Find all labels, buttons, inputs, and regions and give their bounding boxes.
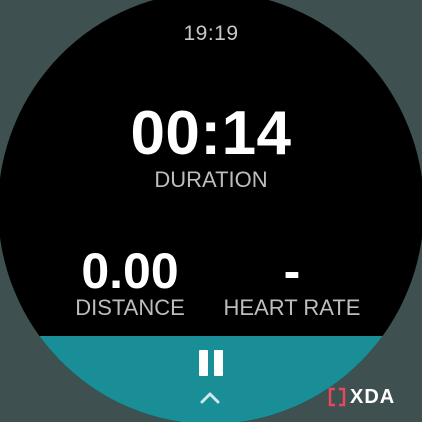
pause-button[interactable] <box>193 348 229 382</box>
duration-label: DURATION <box>154 167 268 192</box>
distance-value: 0.00 <box>81 243 179 299</box>
xda-watermark: XDA <box>328 386 395 408</box>
screen: 19:19 00:14 DURATION 0.00 DISTANCE - HEA… <box>0 0 422 422</box>
heart-rate-label: HEART RATE <box>223 295 361 320</box>
heart-rate-value: - <box>283 243 301 299</box>
distance-label: DISTANCE <box>75 295 185 320</box>
chevron-up-icon[interactable] <box>199 390 221 404</box>
clock-time: 19:19 <box>183 22 239 45</box>
watermark-text: XDA <box>350 385 396 408</box>
pause-bar-right <box>214 350 223 376</box>
xda-logo-icon <box>328 387 346 407</box>
pause-bar-left <box>199 350 208 376</box>
duration-value: 00:14 <box>130 99 292 168</box>
